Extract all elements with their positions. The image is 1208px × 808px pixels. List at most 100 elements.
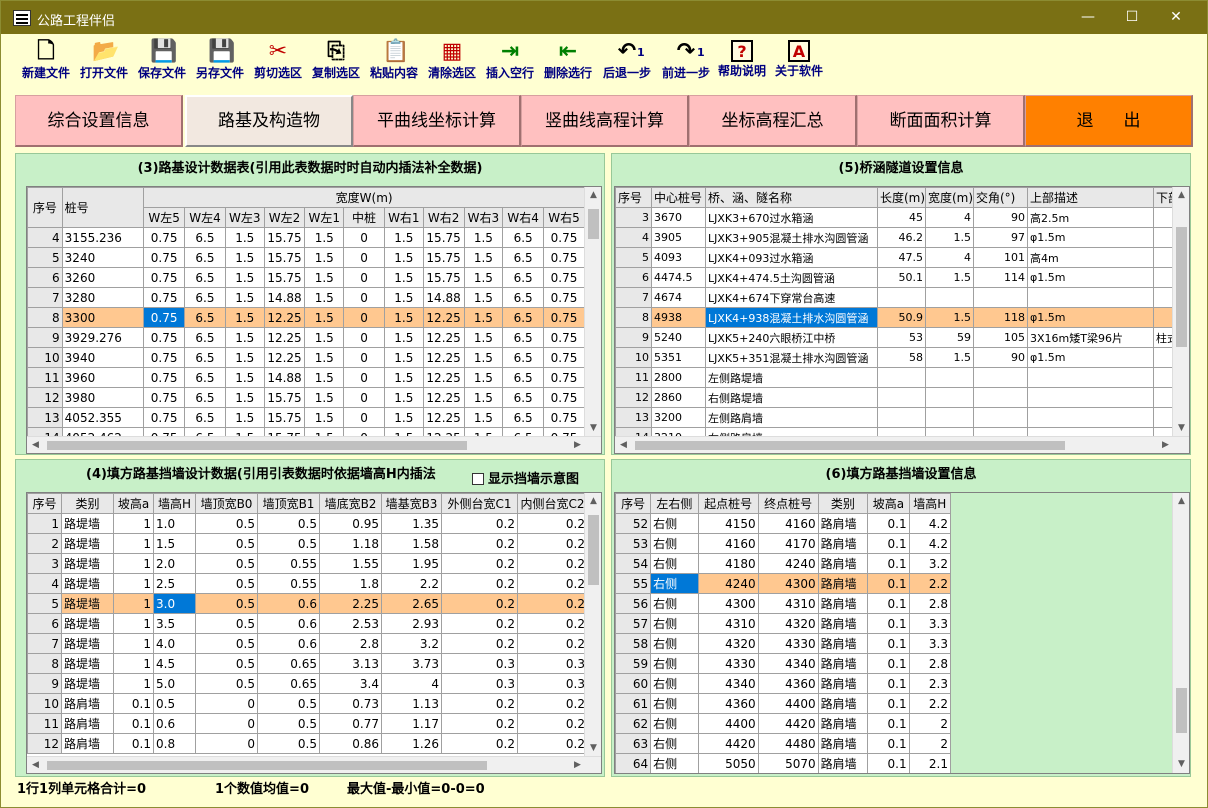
table-cell[interactable]: 4938	[651, 307, 706, 328]
table-cell[interactable]: LJXK5+351混凝土排水沟圆管涵	[705, 347, 878, 368]
table-row[interactable]: 4 路堤墙 1 2.5 0.5 0.55 1.8 2.2 0.2 0.2	[27, 573, 588, 594]
tab-2[interactable]: 平曲线坐标计算	[353, 95, 521, 147]
table-cell[interactable]: 0.5	[195, 573, 258, 594]
table-cell[interactable]: 1.13	[381, 693, 442, 714]
table-cell[interactable]: 97	[973, 227, 1028, 248]
table-cell[interactable]: 1.5	[304, 267, 345, 288]
table-cell[interactable]: 3.3	[908, 633, 952, 654]
table-cell[interactable]: 1.5	[383, 307, 424, 328]
toolbar-button-6[interactable]: 📋 粘贴内容	[365, 38, 423, 88]
table-cell[interactable]: 路肩墙	[817, 753, 869, 773]
table-cell[interactable]: 0.5	[257, 513, 320, 534]
table-cell[interactable]: 2.53	[319, 613, 382, 634]
scroll-down-icon[interactable]: ▼	[585, 420, 601, 437]
table-cell[interactable]: φ1.5m	[1027, 267, 1154, 288]
table-cell[interactable]: 路肩墙	[61, 713, 114, 734]
toolbar-button-7[interactable]: ▦ 清除选区	[423, 38, 481, 88]
table-cell[interactable]: 101	[973, 247, 1028, 268]
table-row[interactable]: 60 右侧 4340 4360 路肩墙 0.1 2.3	[615, 673, 952, 694]
table-cell[interactable]: 10	[27, 693, 62, 714]
table-cell[interactable]: 4420	[697, 733, 759, 754]
toolbar-button-13[interactable]: A 关于软件	[771, 38, 827, 88]
table-row[interactable]: 2 路堤墙 1 1.5 0.5 0.5 1.18 1.58 0.2 0.2	[27, 533, 588, 554]
table-cell[interactable]: 6.5	[502, 327, 545, 348]
table-cell[interactable]: 9	[27, 327, 63, 348]
bridge-hscroll[interactable]: ◀ ▶	[615, 436, 1189, 453]
toolbar-button-4[interactable]: ✂ 剪切选区	[249, 38, 307, 88]
table-cell[interactable]: 0.1	[867, 633, 910, 654]
table-cell[interactable]: 118	[973, 307, 1028, 328]
tab-3[interactable]: 竖曲线高程计算	[521, 95, 689, 147]
table-cell[interactable]: φ1.5m	[1027, 227, 1154, 248]
table-cell[interactable]	[925, 287, 974, 308]
table-cell[interactable]: 0.75	[143, 327, 186, 348]
table-cell[interactable]: 0.2	[441, 553, 518, 574]
table-row[interactable]: 11 2800 左侧路堤墙	[615, 367, 1189, 388]
table-cell[interactable]: 1.5	[925, 267, 974, 288]
table-cell[interactable]: 4.0	[153, 633, 196, 654]
wall-setup-vscroll[interactable]: ▲ ▼	[1172, 493, 1189, 773]
table-cell[interactable]	[877, 387, 926, 408]
table-cell[interactable]: 4300	[757, 573, 819, 594]
table-cell[interactable]: 4170	[757, 533, 819, 554]
table-cell[interactable]: 1.5	[925, 307, 974, 328]
table-cell[interactable]: 0.73	[319, 693, 382, 714]
table-cell[interactable]: 0.3	[517, 673, 588, 694]
table-row[interactable]: 61 右侧 4360 4400 路肩墙 0.1 2.2	[615, 693, 952, 714]
table-cell[interactable]: 53	[615, 533, 652, 554]
table-cell[interactable]: 6.5	[184, 287, 226, 308]
table-cell[interactable]: 12	[27, 733, 62, 754]
table-cell[interactable]: 0	[343, 267, 385, 288]
table-cell[interactable]: 3.4	[319, 673, 382, 694]
table-cell[interactable]: 0.1	[867, 693, 910, 714]
table-cell[interactable]: 11	[27, 367, 63, 388]
wall-setup-grid[interactable]: 序号 左右侧 起点桩号 终点桩号 类别 坡高a 墙高H 52 右侧 4150 4160 路肩墙 0.1 4…	[614, 492, 1190, 774]
table-cell[interactable]: 4310	[697, 613, 759, 634]
wall-design-hscroll[interactable]: ◀ ▶	[27, 756, 601, 773]
table-cell[interactable]: 1	[113, 633, 154, 654]
table-cell[interactable]: 路肩墙	[817, 633, 869, 654]
table-cell[interactable]: 12	[27, 387, 63, 408]
table-cell[interactable]: 12.25	[422, 387, 465, 408]
table-cell[interactable]: 0.75	[143, 227, 186, 248]
table-cell[interactable]: 0.2	[441, 693, 518, 714]
scroll-right-icon[interactable]: ▶	[569, 437, 586, 453]
table-cell[interactable]: 15.75	[263, 227, 306, 248]
table-cell[interactable]: 1.5	[304, 247, 345, 268]
table-cell[interactable]: 1	[113, 613, 154, 634]
table-cell[interactable]: 0.1	[867, 613, 910, 634]
table-cell[interactable]: 0.2	[517, 633, 588, 654]
checkbox-icon[interactable]	[472, 473, 484, 485]
table-cell[interactable]: 4.2	[908, 533, 952, 554]
table-cell[interactable]: 右侧	[650, 593, 699, 614]
table-cell[interactable]: 0.1	[867, 733, 910, 754]
table-cell[interactable]: 15.75	[422, 267, 465, 288]
table-cell[interactable]: 0.86	[319, 733, 382, 754]
table-cell[interactable]: 路肩墙	[817, 693, 869, 714]
table-cell[interactable]: 高2.5m	[1027, 207, 1154, 228]
table-row[interactable]: 6 3260 0.75 6.5 1.5 15.75 1.5 0 1.5 15.75 1.5 6.5 0.…	[27, 267, 585, 288]
table-cell[interactable]: 0.2	[441, 713, 518, 734]
table-cell[interactable]: 8	[615, 307, 652, 328]
table-cell[interactable]: LJXK3+905混凝土排水沟圆管涵	[705, 227, 878, 248]
table-cell[interactable]: LJXK4+938混凝土排水沟圆管涵	[705, 307, 878, 328]
table-cell[interactable]: 3300	[61, 307, 145, 328]
table-row[interactable]: 58 右侧 4320 4330 路肩墙 0.1 3.3	[615, 633, 952, 654]
table-cell[interactable]: 0.2	[517, 573, 588, 594]
table-cell[interactable]: 4320	[697, 633, 759, 654]
table-cell[interactable]: 路肩墙	[817, 533, 869, 554]
toolbar-button-11[interactable]: ↷ 1 前进一步	[657, 38, 715, 88]
table-cell[interactable]: 12.25	[263, 327, 306, 348]
table-cell[interactable]: 0.2	[517, 513, 588, 534]
table-cell[interactable]: 0.2	[517, 553, 588, 574]
table-cell[interactable]: 3.2	[908, 553, 952, 574]
table-cell[interactable]: 6.5	[502, 387, 545, 408]
table-cell[interactable]: 0.2	[517, 713, 588, 734]
table-cell[interactable]: 0.6	[257, 593, 320, 614]
table-cell[interactable]: 15.75	[263, 247, 306, 268]
scroll-left-icon[interactable]: ◀	[27, 437, 44, 453]
table-cell[interactable]: LJXK4+474.5土沟圆管涵	[705, 267, 878, 288]
roadbed-grid[interactable]: 序号 桩号 宽度W(m) W左5 W左4 W左3 W左2 W左1 中桩 W右1 W右2 W右3 W右4 W…	[26, 186, 602, 454]
table-cell[interactable]: LJXK5+240六眼桥江中桥	[705, 327, 878, 348]
table-cell[interactable]: 路堤墙	[61, 513, 114, 534]
